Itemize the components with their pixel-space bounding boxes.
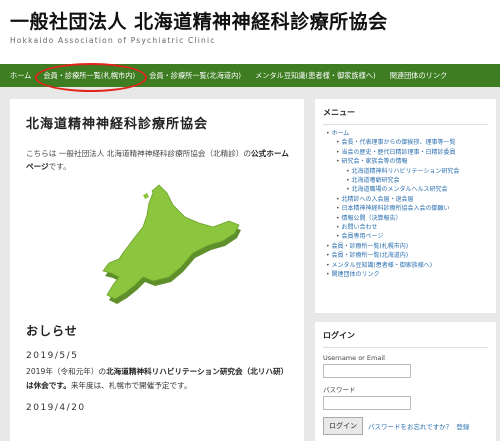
menu-item-workplace-mental-health[interactable]: 北海道職場のメンタルヘルス研究会	[323, 185, 488, 194]
menu-item-addiction-study[interactable]: 北海道嗜癖研究会	[323, 176, 488, 185]
hokkaido-map-icon	[89, 181, 243, 305]
intro-suffix: です。	[48, 162, 71, 171]
username-field[interactable]	[323, 364, 411, 378]
news-date: 2019/5/5	[26, 351, 79, 361]
menu-item-rehab-study[interactable]: 北海道精神科リハビリテーション研究会	[323, 167, 488, 176]
nav-item-home[interactable]: ホーム	[10, 64, 31, 87]
menu-widget-title: メニュー	[323, 107, 488, 125]
nav-item-members-sapporo[interactable]: 会員・診療所一覧(札幌市内)	[35, 63, 148, 92]
menu-item-members-sapporo[interactable]: 会員・診療所一覧(札幌市内)	[323, 242, 488, 251]
menu-item-greeting[interactable]: 会長・代表理事からの御挨拶、理事等一覧	[323, 138, 488, 147]
main-navigation: ホーム 会員・診療所一覧(札幌市内) 会員・診療所一覧(北海道内) メンタル豆知…	[0, 63, 500, 92]
login-widget-title: ログイン	[323, 330, 488, 348]
menu-item-disclosure[interactable]: 情報公開（決算報告）	[323, 214, 488, 223]
nav-item-members-hokkaido[interactable]: 会員・診療所一覧(北海道内)	[149, 64, 241, 87]
page-title: 北海道精神神経科診療所協会	[26, 117, 209, 132]
menu-item-members-hokkaido[interactable]: 会員・診療所一覧(北海道内)	[323, 251, 488, 260]
news-date: 2019/4/20	[26, 403, 86, 413]
login-widget: ログイン Username or Email パスワード ログイン パスワードを…	[315, 322, 496, 441]
news-body: 2019年（令和元年）の北海道精神科リハビリテーション研究会（北リハ研）は休会で…	[26, 365, 290, 393]
menu-list: ホーム 会長・代表理事からの御挨拶、理事等一覧 当会の歴史・歴代日精診理事・日精…	[323, 129, 488, 280]
site-description: Hokkaido Association of Psychiatric Clin…	[10, 36, 216, 45]
menu-item-related-links[interactable]: 関連団体のリンク	[323, 270, 488, 279]
nav-item-related-links[interactable]: 関連団体のリンク	[390, 64, 448, 87]
news-text-prefix: 2019年（令和元年）の	[26, 367, 107, 376]
username-label: Username or Email	[323, 354, 385, 362]
nav-item-mental-tips[interactable]: メンタル豆知識(患者様・御家族様へ)	[255, 64, 376, 87]
menu-item-mental-tips[interactable]: メンタル豆知識(患者様・御家族様へ)	[323, 261, 488, 270]
intro-text: こちらは 一般社団法人 北海道精神神経科診療所協会（北精診）の公式ホームページで…	[26, 147, 290, 173]
main-content: 北海道精神神経科診療所協会 こちらは 一般社団法人 北海道精神神経科診療所協会（…	[10, 99, 304, 441]
menu-widget: メニュー ホーム 会長・代表理事からの御挨拶、理事等一覧 当会の歴史・歴代日精診…	[315, 99, 496, 313]
site-title[interactable]: 一般社団法人 北海道精神神経科診療所協会	[10, 9, 500, 35]
news-text-suffix: 来年度は、札幌市で開催予定です。	[70, 381, 192, 390]
menu-item-national-association[interactable]: 日本精神神経科診療所協会入会の御願い	[323, 204, 488, 213]
login-button[interactable]: ログイン	[323, 417, 363, 435]
menu-item-contact[interactable]: お問い合わせ	[323, 223, 488, 232]
menu-item-home[interactable]: ホーム	[323, 129, 488, 138]
menu-item-study-groups[interactable]: 研究会・家族会等の情報	[323, 157, 488, 166]
rishiri-island-shape	[143, 193, 149, 199]
intro-prefix: こちらは 一般社団法人 北海道精神神経科診療所協会（北精診）の	[26, 149, 252, 158]
news-heading: おしらせ	[26, 324, 78, 338]
site-header: 一般社団法人 北海道精神神経科診療所協会 Hokkaido Associatio…	[0, 0, 500, 66]
register-link[interactable]: 登録	[456, 421, 469, 431]
password-field[interactable]	[323, 396, 411, 410]
menu-item-membership-forms[interactable]: 北精診への入会届・退会届	[323, 195, 488, 204]
login-actions: ログイン パスワードをお忘れですか？ 登録	[323, 417, 488, 435]
password-label: パスワード	[323, 386, 356, 394]
menu-item-members-only[interactable]: 会員専用ページ	[323, 232, 488, 241]
forgot-password-link[interactable]: パスワードをお忘れですか？	[368, 421, 452, 431]
menu-item-history[interactable]: 当会の歴史・歴代日精診理事・日精診委員	[323, 148, 488, 157]
